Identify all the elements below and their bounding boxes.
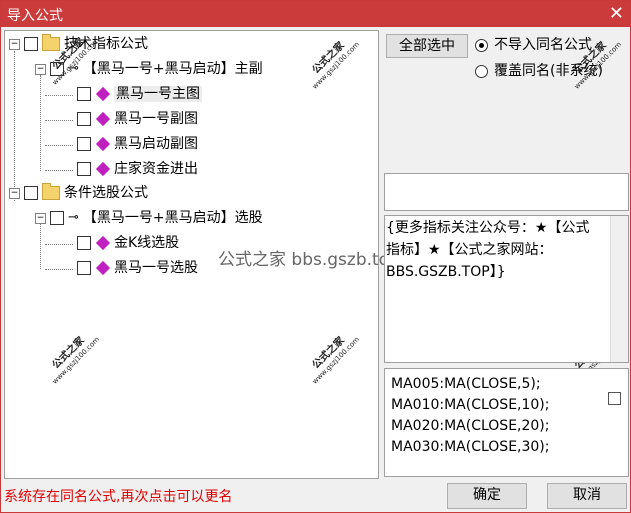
formula-icon: [95, 136, 111, 152]
code-text: MA005:MA(CLOSE,5); MA010:MA(CLOSE,10); M…: [391, 376, 550, 455]
radio-no-import[interactable]: 不导入同名公式: [475, 36, 592, 54]
folder-icon: [42, 34, 60, 51]
formula-icon: [95, 260, 111, 276]
key-icon: ⊸: [68, 210, 79, 225]
tree-item-fund-flow[interactable]: 庄家资金进出: [77, 159, 198, 179]
checkbox[interactable]: [77, 236, 91, 250]
formula-icon: [95, 161, 111, 177]
description-text: {更多指标关注公众号：★【公式指标】★【公式之家网站：BBS.GSZB.TOP】…: [386, 220, 590, 280]
import-formula-dialog: 导入公式 ✕ − 技术指标公式 − ⊸ 【黑马一号+黑马启动】主副 黑马一号主图 …: [0, 0, 631, 513]
tree-node-label: 【黑马一号+黑马启动】主副: [82, 61, 263, 77]
tree-item-main-chart[interactable]: 黑马一号主图: [77, 84, 202, 104]
folder-icon: [42, 183, 60, 200]
formula-icon: [95, 111, 111, 127]
close-icon[interactable]: ✕: [609, 3, 624, 24]
checkbox[interactable]: [50, 211, 64, 225]
tree-item-label: 黑马一号主图: [114, 86, 202, 102]
collapse-icon[interactable]: −: [35, 213, 46, 224]
select-all-button[interactable]: 全部选中: [386, 34, 468, 58]
tree-item-label: 庄家资金进出: [114, 161, 198, 177]
code-checkbox[interactable]: [608, 392, 621, 405]
radio-overwrite[interactable]: 覆盖同名(非系统): [475, 62, 603, 80]
checkbox[interactable]: [77, 162, 91, 176]
dialog-title: 导入公式: [7, 8, 63, 24]
tree-node-screening-sub[interactable]: − ⊸ 【黑马一号+黑马启动】选股: [35, 208, 263, 228]
radio-icon: [475, 64, 488, 78]
tree-item-label: 金K线选股: [114, 235, 180, 251]
status-message: 系统存在同名公式,再次点击可以更名: [4, 489, 233, 505]
ok-button[interactable]: 确定: [447, 483, 527, 509]
checkbox[interactable]: [77, 261, 91, 275]
tree-item-label: 黑马一号副图: [114, 111, 198, 127]
tree-item-heima-screen[interactable]: 黑马一号选股: [77, 258, 198, 278]
scrollbar[interactable]: [610, 216, 628, 362]
tree-item-sub-chart[interactable]: 黑马一号副图: [77, 109, 198, 129]
watermark-center: 公式之家 bbs.gszb.top: [218, 250, 400, 270]
checkbox[interactable]: [77, 137, 91, 151]
collapse-icon[interactable]: −: [9, 39, 20, 50]
checkbox[interactable]: [77, 112, 91, 126]
title-bar: 导入公式 ✕: [1, 1, 630, 27]
tree-item-label: 黑马一号选股: [114, 260, 198, 276]
collapse-icon[interactable]: −: [9, 188, 20, 199]
tree-item-start-sub-chart[interactable]: 黑马启动副图: [77, 134, 198, 154]
checkbox[interactable]: [24, 186, 38, 200]
radio-selected-icon: [475, 38, 488, 52]
cancel-button[interactable]: 取消: [547, 483, 627, 509]
checkbox[interactable]: [77, 87, 91, 101]
name-field[interactable]: [384, 173, 629, 211]
tree-item-gold-k[interactable]: 金K线选股: [77, 233, 179, 253]
tree-node-label: 【黑马一号+黑马启动】选股: [82, 210, 263, 226]
tree-node-label: 条件选股公式: [64, 185, 148, 201]
tree-node-screening[interactable]: − 条件选股公式: [9, 183, 148, 203]
checkbox[interactable]: [24, 37, 38, 51]
formula-icon: [95, 86, 111, 102]
tree-item-label: 黑马启动副图: [114, 136, 198, 152]
formula-icon: [95, 235, 111, 251]
